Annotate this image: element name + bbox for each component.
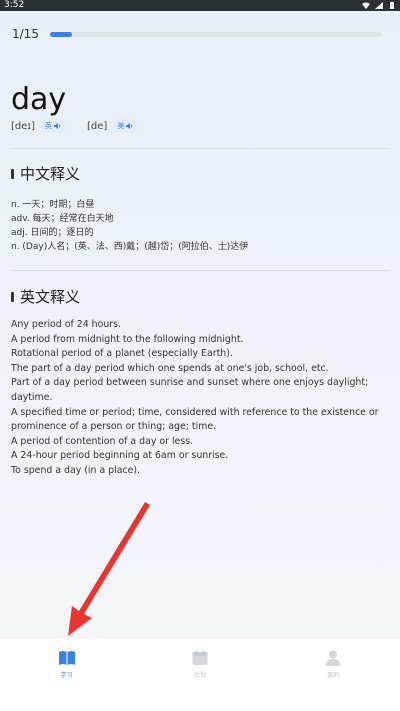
nav-study-label: 学习	[60, 672, 73, 679]
wifi-icon	[362, 2, 370, 9]
pronounce-us-label: 美	[117, 122, 125, 130]
en-definition: A 24-hour period beginning at 6am or sun…	[11, 450, 229, 462]
en-definitions: Any period of 24 hours. A period from mi…	[11, 318, 386, 479]
bottom-nav: 学习 计划 我的	[0, 639, 400, 711]
zh-section-title: 中文释义	[11, 163, 80, 184]
en-definition: A period from midnight to the following …	[11, 333, 244, 345]
nav-plan-label: 计划	[193, 672, 206, 679]
phonetic-uk: [deɪ] 英	[11, 119, 66, 133]
en-section-title-text: 英文释义	[20, 288, 81, 306]
phonetic-uk-symbol: [deɪ]	[11, 120, 36, 132]
zh-section-title-text: 中文释义	[20, 165, 81, 183]
nav-plan[interactable]: 计划	[160, 639, 240, 711]
speaker-icon	[126, 123, 133, 129]
signal-icon	[375, 2, 383, 9]
phonetic-us-symbol: [de]	[87, 120, 108, 132]
en-definition: Part of a day period between sunrise and…	[11, 377, 369, 403]
en-section-title: 英文释义	[11, 286, 80, 307]
en-definition: The part of a day period which one spend…	[11, 362, 329, 374]
divider	[11, 148, 389, 149]
nav-profile[interactable]: 我的	[293, 639, 373, 711]
en-definition: A specified time or period; time, consid…	[11, 406, 379, 433]
person-icon	[326, 650, 341, 666]
divider	[11, 270, 389, 271]
zh-definition: n. 一天；时期；白昼	[11, 200, 95, 210]
progress-bar	[50, 31, 382, 37]
zh-definitions: n. 一天；时期；白昼 adv. 每天；经常在白天地 adj. 日间的；逐日的 …	[11, 198, 248, 254]
status-bar: 3:52	[0, 0, 400, 11]
section-marker	[11, 168, 14, 179]
en-definition: Any period of 24 hours.	[11, 319, 121, 330]
section-marker	[11, 291, 14, 302]
pronounce-uk-label: 英	[45, 122, 53, 130]
zh-definition: adv. 每天；经常在白天地	[11, 214, 114, 224]
progress-fill	[50, 31, 73, 37]
status-icons	[362, 2, 396, 9]
pronounce-us-button[interactable]: 美	[113, 119, 138, 133]
phonetic-us: [de] 美	[87, 119, 138, 133]
pronounce-uk-button[interactable]: 英	[41, 119, 66, 133]
en-definition: A period of contention of a day or less.	[11, 435, 194, 447]
zh-definition: n. (Day)人名；(英、法、西)戴；(越)岱；(阿拉伯、土)达伊	[11, 242, 249, 252]
en-definition: Rotational period of a planet (especiall…	[11, 348, 233, 360]
speaker-icon	[54, 123, 60, 129]
progress-row: 1/15	[12, 27, 382, 41]
calendar-icon	[192, 650, 208, 665]
battery-icon	[390, 2, 394, 9]
phonetics-row: [deɪ] 英 [de] 美	[11, 119, 159, 133]
zh-definition: adj. 日间的；逐日的	[11, 228, 94, 238]
status-time: 3:52	[4, 0, 25, 10]
word-title: day	[11, 82, 67, 117]
progress-counter: 1/15	[12, 27, 39, 41]
book-icon	[58, 651, 75, 665]
en-definition: To spend a day (in a place).	[11, 464, 141, 476]
nav-profile-label: 我的	[327, 672, 340, 679]
nav-study[interactable]: 学习	[27, 639, 107, 711]
